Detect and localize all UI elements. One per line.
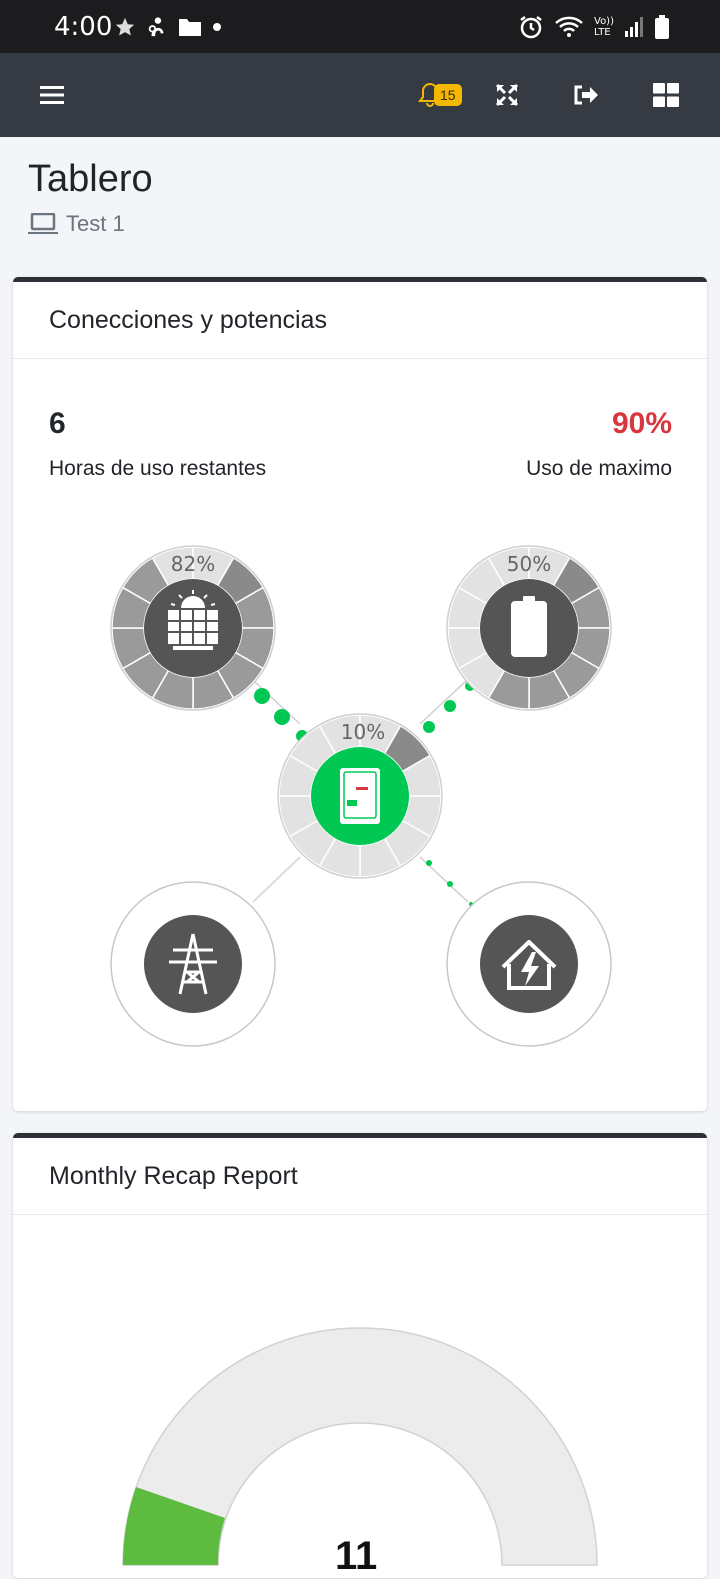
- battery-icon: [511, 596, 547, 657]
- flow-dot: [447, 881, 453, 887]
- notifications-badge[interactable]: 15: [434, 84, 462, 106]
- flow-dot: [444, 700, 456, 712]
- fullscreen-button[interactable]: [487, 75, 527, 115]
- grid-node: [144, 915, 242, 1013]
- monthly-recap-card: Monthly Recap Report 11: [13, 1133, 707, 1578]
- connections-card: Conecciones y potencias 6 Horas de uso r…: [13, 277, 707, 1111]
- inverter-percent: 10%: [341, 720, 385, 744]
- recap-gauge: [122, 1327, 598, 1566]
- flow-dot: [423, 721, 435, 733]
- flow-dot: [254, 688, 270, 704]
- inverter-icon: [340, 768, 380, 824]
- energy-flow-diagram: 82% 50% 10%: [110, 545, 612, 1047]
- top-navbar: [0, 53, 720, 137]
- logout-icon: [574, 85, 598, 105]
- flow-dot: [426, 860, 432, 866]
- star-icon: [115, 17, 135, 36]
- dot-icon: [213, 23, 221, 31]
- volte-icon: Vo)) LTE: [594, 16, 614, 38]
- gauge-value: 11: [335, 1534, 378, 1578]
- device-selector[interactable]: Test 1: [28, 211, 125, 237]
- folder-icon: [179, 19, 201, 36]
- battery-icon: [655, 15, 669, 39]
- grid-inverter-link: [252, 856, 301, 903]
- status-time: 4:00: [54, 12, 113, 42]
- page-title: Tablero: [28, 158, 153, 200]
- fullscreen-icon: [495, 83, 519, 107]
- wifi-icon: [555, 16, 583, 37]
- device-name: Test 1: [66, 211, 125, 236]
- logout-button[interactable]: [566, 75, 606, 115]
- alarm-icon: [520, 16, 542, 39]
- hamburger-icon: [40, 86, 64, 104]
- person-icon: [148, 17, 164, 37]
- menu-button[interactable]: [32, 75, 72, 115]
- signal-icon: [625, 17, 643, 37]
- status-bar: 4:00 Vo)) LTE: [0, 0, 720, 53]
- laptop-icon: [28, 213, 58, 234]
- apps-grid-button[interactable]: [646, 75, 686, 115]
- battery-percent: 50%: [507, 552, 551, 576]
- flow-dot: [274, 709, 290, 725]
- solar-percent: 82%: [171, 552, 215, 576]
- grid-icon: [653, 83, 679, 107]
